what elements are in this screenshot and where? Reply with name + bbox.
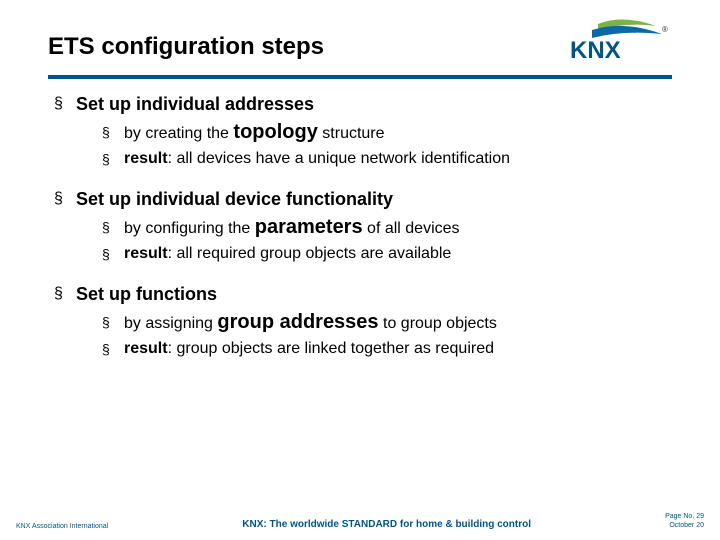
bullet-level1: § Set up functions (54, 283, 672, 305)
bullet-level2: § result: all devices have a unique netw… (102, 148, 672, 170)
page-number: Page No. 29 (665, 512, 704, 521)
sub-block: § by assigning group addresses to group … (54, 311, 672, 360)
text-after: to group objects (379, 315, 497, 332)
text-after: structure (318, 125, 385, 142)
sub-text: by assigning group addresses to group ob… (124, 311, 497, 335)
sub-block: § by creating the topology structure § r… (54, 121, 672, 170)
square-bullet-icon: § (102, 121, 114, 143)
text-after: of all devices (363, 220, 460, 237)
footer-center: KNX: The worldwide STANDARD for home & b… (108, 519, 665, 530)
content: § Set up individual addresses § by creat… (48, 93, 672, 360)
bullet-level2: § result: all required group objects are… (102, 243, 672, 265)
header: ETS configuration steps KNX ® (48, 26, 672, 67)
bullet-level2: § by creating the topology structure (102, 121, 672, 145)
logo-text: KNX (570, 37, 621, 62)
sub-text: by creating the topology structure (124, 121, 385, 145)
bullet-level1: § Set up individual device functionality (54, 188, 672, 210)
result-text: : group objects are linked together as r… (168, 340, 494, 357)
sub-block: § by configuring the parameters of all d… (54, 216, 672, 265)
result-text: : all devices have a unique network iden… (168, 150, 510, 167)
square-bullet-icon: § (102, 338, 114, 360)
sub-text: result: group objects are linked togethe… (124, 338, 494, 360)
square-bullet-icon: § (54, 93, 66, 115)
text-before: by creating the (124, 125, 233, 142)
slide-title: ETS configuration steps (48, 33, 324, 61)
result-text: : all required group objects are availab… (168, 245, 452, 262)
bullet-level2: § by assigning group addresses to group … (102, 311, 672, 335)
bullet-level1: § Set up individual addresses (54, 93, 672, 115)
square-bullet-icon: § (102, 311, 114, 333)
emphasis: group addresses (217, 311, 378, 333)
square-bullet-icon: § (102, 216, 114, 238)
sub-text: result: all required group objects are a… (124, 243, 451, 265)
result-label: result (124, 245, 168, 262)
result-label: result (124, 340, 168, 357)
square-bullet-icon: § (102, 243, 114, 265)
bullet-level2: § result: group objects are linked toget… (102, 338, 672, 360)
text-before: by configuring the (124, 220, 255, 237)
knx-logo: KNX ® (562, 18, 672, 67)
square-bullet-icon: § (54, 283, 66, 305)
footer: KNX Association International KNX: The w… (0, 512, 720, 530)
slide: ETS configuration steps KNX ® § Set up i… (0, 0, 720, 540)
footer-date: October 20 (665, 521, 704, 530)
section-heading: Set up functions (76, 283, 217, 305)
text-before: by assigning (124, 315, 217, 332)
square-bullet-icon: § (54, 188, 66, 210)
title-divider (48, 75, 672, 79)
result-label: result (124, 150, 168, 167)
bullet-level2: § by configuring the parameters of all d… (102, 216, 672, 240)
emphasis: parameters (255, 216, 363, 238)
trademark-icon: ® (662, 25, 668, 34)
square-bullet-icon: § (102, 148, 114, 170)
emphasis: topology (233, 121, 317, 143)
sub-text: result: all devices have a unique networ… (124, 148, 510, 170)
footer-right: Page No. 29 October 20 (665, 512, 704, 530)
section-heading: Set up individual addresses (76, 93, 314, 115)
footer-left: KNX Association International (16, 523, 108, 530)
section-heading: Set up individual device functionality (76, 188, 393, 210)
sub-text: by configuring the parameters of all dev… (124, 216, 460, 240)
